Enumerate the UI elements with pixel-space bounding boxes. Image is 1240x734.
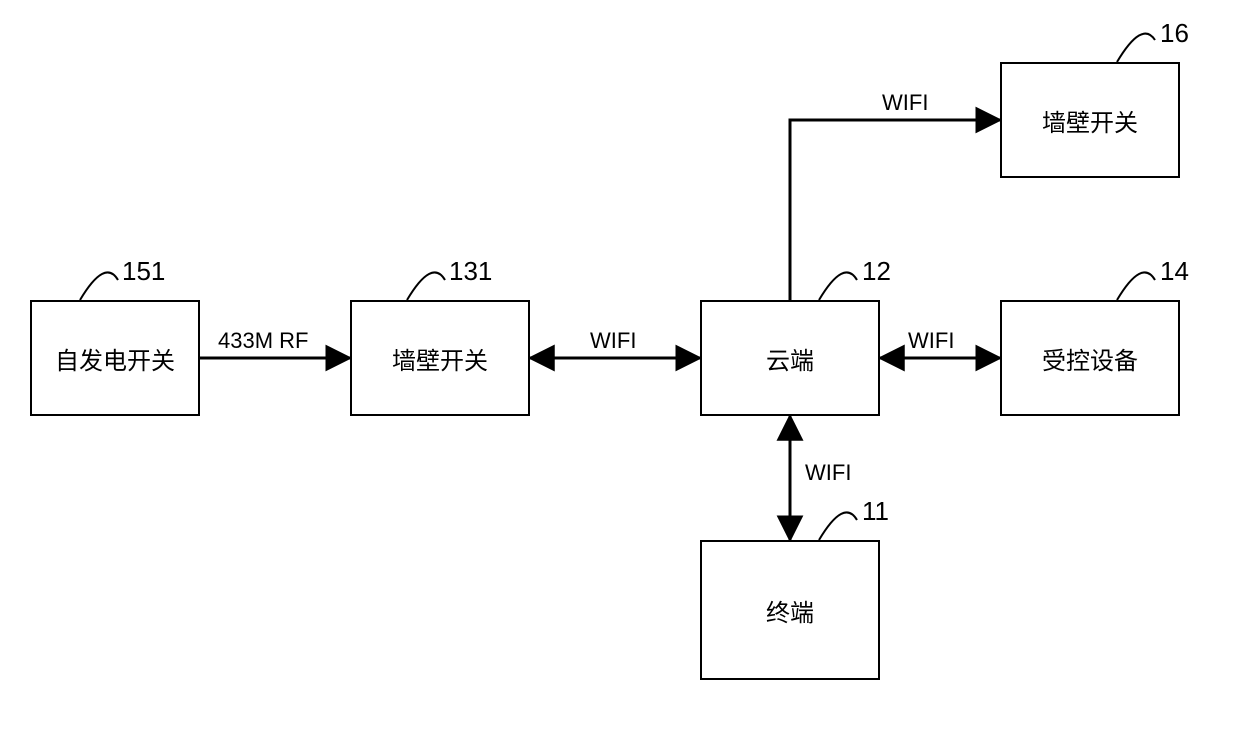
node-label: 云端 (766, 341, 814, 376)
node-terminal: 终端 (700, 540, 880, 680)
edge-label-wifi-131-12: WIFI (590, 328, 636, 354)
node-wall-switch-16: 墙壁开关 (1000, 62, 1180, 178)
ref-11: 11 (862, 496, 889, 527)
edge-label-433m-rf: 433M RF (218, 328, 308, 354)
ref-131: 131 (449, 256, 492, 287)
node-controlled-device: 受控设备 (1000, 300, 1180, 416)
ref-151: 151 (122, 256, 165, 287)
node-label: 终端 (766, 593, 814, 628)
node-label: 墙壁开关 (392, 341, 488, 376)
ref-12: 12 (862, 256, 891, 287)
edge-label-wifi-12-16: WIFI (882, 90, 928, 116)
ref-14: 14 (1160, 256, 1189, 287)
node-wall-switch-131: 墙壁开关 (350, 300, 530, 416)
ref-16: 16 (1160, 18, 1189, 49)
node-label: 自发电开关 (55, 341, 175, 376)
node-label: 受控设备 (1042, 341, 1138, 376)
diagram-stage: 自发电开关 墙壁开关 云端 受控设备 墙壁开关 终端 151 131 12 14… (0, 0, 1240, 734)
edge-label-wifi-12-11: WIFI (805, 460, 851, 486)
edge-label-wifi-12-14: WIFI (908, 328, 954, 354)
node-cloud: 云端 (700, 300, 880, 416)
node-self-powered-switch: 自发电开关 (30, 300, 200, 416)
node-label: 墙壁开关 (1042, 103, 1138, 138)
